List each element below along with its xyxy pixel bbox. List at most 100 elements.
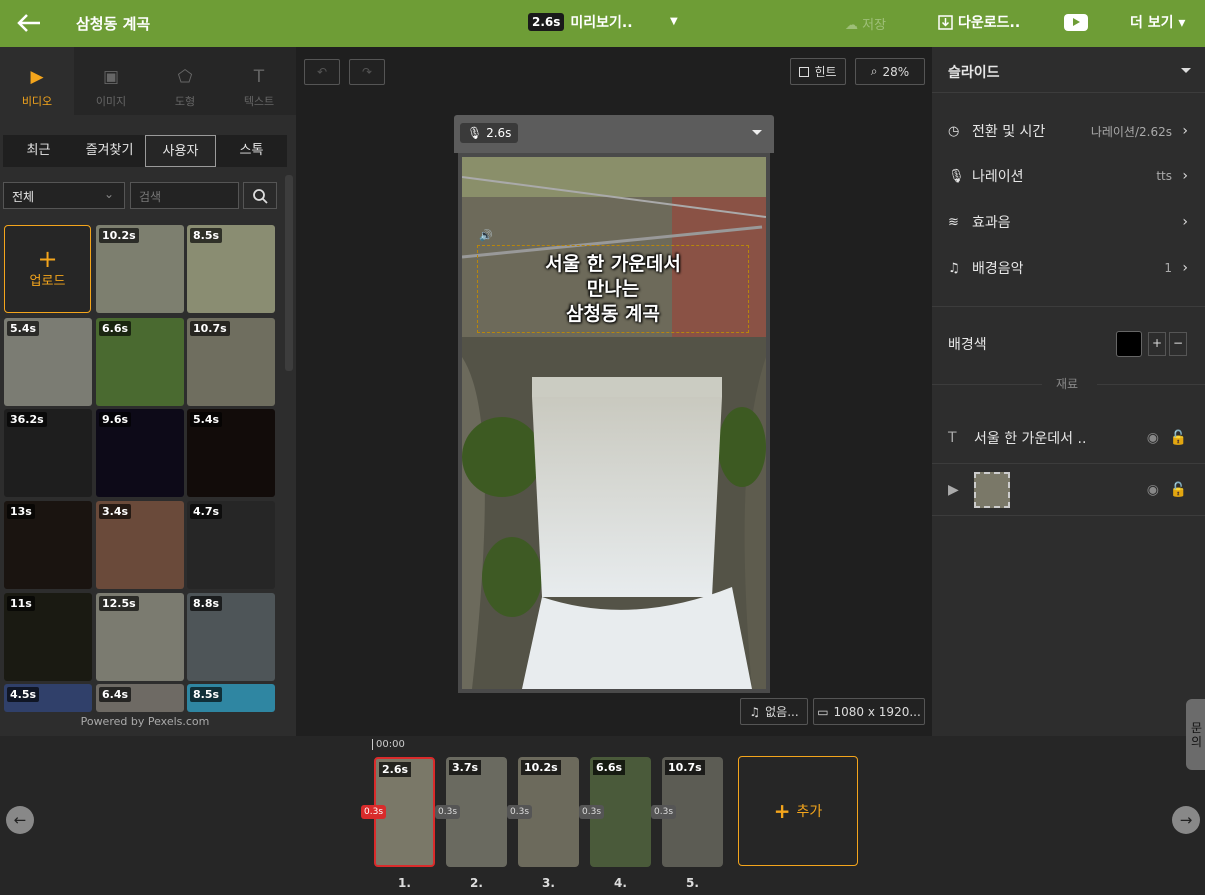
media-panel: ▶ 비디오 ▣ 이미지 ⬠ 도형 T 텍스트 최근 즐겨찾기 사용자 스톡 전체 ⌄ 검색… <box>0 47 296 736</box>
upload-button[interactable]: + 업로드 <box>4 225 91 313</box>
scroll-left-arrow-icon[interactable]: ← <box>6 806 34 834</box>
plus-icon: + <box>773 799 791 823</box>
lock-icon[interactable]: 🔓 <box>1170 430 1187 446</box>
lock-icon[interactable]: 🔓 <box>1170 482 1187 498</box>
media-thumbnail[interactable]: 5.4s <box>187 409 275 497</box>
add-color-button[interactable]: + <box>1148 332 1166 356</box>
transition-badge[interactable]: 0.3s <box>579 805 605 819</box>
slide-video[interactable] <box>458 153 770 693</box>
tab-favorites[interactable]: 즐겨찾기 <box>74 135 145 167</box>
bgm-row[interactable]: ♫ 배경음악 1 › <box>948 254 1188 282</box>
divider <box>1097 384 1205 385</box>
duration-badge: 8.8s <box>190 596 223 611</box>
tab-user[interactable]: 사용자 <box>145 135 216 167</box>
hint-button[interactable]: 힌트 <box>790 58 846 85</box>
resolution-button[interactable]: ▭ 1080 x 1920... <box>813 698 925 725</box>
youtube-icon[interactable] <box>1064 14 1088 31</box>
duration-badge: 10.7s <box>190 321 230 336</box>
duration-badge: 6.4s <box>99 687 132 702</box>
tab-text[interactable]: T 텍스트 <box>222 47 296 115</box>
back-arrow-icon[interactable] <box>16 12 42 34</box>
transition-time-row[interactable]: ◷ 전환 및 시간 나레이션/2.62s › <box>948 117 1188 145</box>
duration-badge: 12.5s <box>99 596 139 611</box>
media-thumbnail[interactable]: 9.6s <box>96 409 184 497</box>
preview-button[interactable]: 2.6s 미리보기.. <box>528 12 633 32</box>
duration-badge: 5.4s <box>7 321 40 336</box>
image-icon: ▣ <box>102 67 120 87</box>
media-thumbnail[interactable]: 4.5s <box>4 684 92 712</box>
media-thumbnail[interactable]: 6.4s <box>96 684 184 712</box>
media-thumbnail[interactable]: 11s <box>4 593 92 681</box>
layer-video[interactable]: ▶ ◉ 🔓 <box>932 465 1205 516</box>
clip-duration: 10.7s <box>665 760 705 775</box>
project-title[interactable]: 삼청동 계곡 <box>76 13 150 34</box>
media-thumbnail[interactable]: 4.7s <box>187 501 275 589</box>
music-note-icon: ♫ <box>749 704 761 719</box>
eye-icon[interactable]: ◉ <box>1147 430 1159 446</box>
transition-badge[interactable]: 0.3s <box>435 805 461 819</box>
caption-text-box[interactable]: 서울 한 가운데서 만나는 삼청동 계곡 <box>477 245 749 333</box>
timeline-start: 00:00 <box>372 739 405 750</box>
tab-recent[interactable]: 최근 <box>3 135 74 167</box>
duration-badge: 10.2s <box>99 228 139 243</box>
transition-badge[interactable]: 0.3s <box>361 805 387 819</box>
media-thumbnail[interactable]: 5.4s <box>4 318 92 406</box>
chevron-down-icon[interactable] <box>752 130 762 135</box>
category-tabs: ▶ 비디오 ▣ 이미지 ⬠ 도형 T 텍스트 <box>0 47 296 115</box>
narration-row[interactable]: 🎙 나레이션 tts › <box>948 162 1188 190</box>
tab-stock[interactable]: 스톡 <box>216 135 287 167</box>
sound-effect-row[interactable]: ≋ 효과음 › <box>948 208 1188 236</box>
slide-panel-header[interactable]: 슬라이드 <box>932 47 1205 93</box>
top-bar: 삼청동 계곡 2.6s 미리보기.. ▼ ☁ 저장 다운로드.. 더 보기 ▾ <box>0 0 1205 47</box>
pexels-credit[interactable]: Powered by Pexels.com <box>0 715 290 728</box>
undo-button[interactable]: ↶ <box>304 59 340 85</box>
audio-button[interactable]: ♫ 없음... <box>740 698 808 725</box>
filter-select[interactable]: 전체 ⌄ <box>3 182 125 209</box>
slide-duration[interactable]: 🎙 2.6s <box>460 123 519 143</box>
media-thumbnail[interactable]: 6.6s <box>96 318 184 406</box>
remove-color-button[interactable]: − <box>1169 332 1187 356</box>
bg-color-swatch[interactable] <box>1116 331 1142 357</box>
transition-badge[interactable]: 0.3s <box>651 805 677 819</box>
layer-text[interactable]: T 서울 한 가운데서 .. ◉ 🔓 <box>932 413 1205 464</box>
speaker-icon[interactable]: 🔊 <box>479 229 493 242</box>
media-thumbnail[interactable]: 8.5s <box>187 684 275 712</box>
transition-badge[interactable]: 0.3s <box>507 805 533 819</box>
slide-header: 🎙 2.6s <box>454 115 774 153</box>
tab-video[interactable]: ▶ 비디오 <box>0 47 74 115</box>
scrollbar[interactable] <box>285 175 293 371</box>
duration-badge: 4.5s <box>7 687 40 702</box>
duration-badge: 5.4s <box>190 412 223 427</box>
preview-duration: 2.6s <box>528 13 565 31</box>
tab-shape[interactable]: ⬠ 도형 <box>148 47 222 115</box>
caption-line: 삼청동 계곡 <box>565 303 660 325</box>
download-button[interactable]: 다운로드.. <box>938 12 1020 32</box>
preview-label: 미리보기.. <box>570 15 633 31</box>
redo-button[interactable]: ↷ <box>349 59 385 85</box>
media-thumbnail[interactable]: 10.7s <box>187 318 275 406</box>
media-thumbnail[interactable]: 13s <box>4 501 92 589</box>
clip-duration: 10.2s <box>521 760 561 775</box>
zoom-icon: ⌕ <box>870 64 878 78</box>
help-tab[interactable]: 문의 <box>1186 699 1205 770</box>
save-button[interactable]: ☁ 저장 <box>845 14 886 33</box>
media-thumbnail[interactable]: 12.5s <box>96 593 184 681</box>
monitor-icon: ▭ <box>817 704 829 719</box>
media-thumbnail[interactable]: 8.5s <box>187 225 275 313</box>
eye-icon[interactable]: ◉ <box>1147 482 1159 498</box>
duration-badge: 3.4s <box>99 504 132 519</box>
search-button[interactable] <box>243 182 277 209</box>
plus-icon: + <box>37 245 58 273</box>
media-thumbnail[interactable]: 10.2s <box>96 225 184 313</box>
media-thumbnail[interactable]: 8.8s <box>187 593 275 681</box>
scroll-right-arrow-icon[interactable]: → <box>1172 806 1200 834</box>
search-input[interactable]: 검색 <box>130 182 239 209</box>
media-thumbnail[interactable]: 3.4s <box>96 501 184 589</box>
tab-image[interactable]: ▣ 이미지 <box>74 47 148 115</box>
zoom-button[interactable]: ⌕ 28% <box>855 58 925 85</box>
preview-dropdown-icon[interactable]: ▼ <box>670 16 678 27</box>
media-thumbnail[interactable]: 36.2s <box>4 409 92 497</box>
more-menu-button[interactable]: 더 보기 ▾ <box>1130 12 1185 32</box>
add-slide-button[interactable]: + 추가 <box>738 756 858 866</box>
source-tabs: 최근 즐겨찾기 사용자 스톡 <box>3 135 287 167</box>
